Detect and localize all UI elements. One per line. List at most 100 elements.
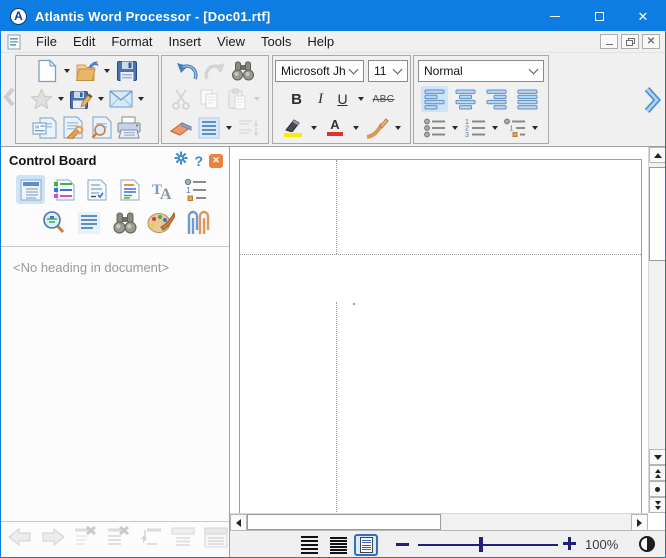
align-center-button[interactable] — [452, 86, 479, 112]
document-options-button[interactable] — [60, 115, 86, 141]
paste-button[interactable] — [224, 86, 250, 112]
zoom-pane-button[interactable] — [38, 208, 67, 237]
underline-dropdown-icon[interactable] — [358, 97, 364, 101]
horizontal-scroll-thumb[interactable] — [247, 514, 441, 530]
zoom-out-button[interactable] — [396, 543, 409, 546]
font-color-button[interactable]: A — [322, 115, 348, 141]
menu-file[interactable]: File — [28, 31, 65, 52]
sort-paragraphs-button[interactable] — [236, 115, 262, 141]
horizontal-scrollbar[interactable] — [230, 513, 648, 530]
minimize-button[interactable] — [533, 1, 577, 31]
highlight-dropdown-icon[interactable] — [311, 126, 317, 130]
undo-button[interactable] — [174, 58, 200, 84]
font-size-combo[interactable]: 11 — [368, 60, 408, 82]
document-viewport[interactable] — [230, 147, 665, 513]
menu-tools[interactable]: Tools — [253, 31, 299, 52]
full-screen-contrast-icon[interactable] — [639, 536, 655, 552]
multilevel-list-dropdown-icon[interactable] — [532, 126, 538, 130]
print-preview-button[interactable] — [88, 115, 114, 141]
child-minimize-button[interactable] — [600, 34, 618, 49]
bullet-list-dropdown-icon[interactable] — [452, 126, 458, 130]
forward-button[interactable] — [40, 527, 66, 552]
multilevel-list-button[interactable]: 1 — [502, 115, 528, 141]
italic-button[interactable]: I — [312, 86, 330, 112]
copy-button[interactable] — [196, 86, 222, 112]
child-restore-button[interactable] — [621, 34, 639, 49]
colors-pane-button[interactable] — [146, 208, 175, 237]
new-dropdown-icon[interactable] — [64, 69, 70, 73]
fonts-pane-button[interactable]: TA — [148, 175, 177, 204]
previous-page-button[interactable] — [649, 465, 665, 481]
redo-button[interactable] — [202, 58, 228, 84]
list-b-button[interactable] — [203, 526, 229, 553]
settings-gear-icon[interactable] — [174, 151, 188, 170]
numbered-list-dropdown-icon[interactable] — [492, 126, 498, 130]
justify-button[interactable] — [514, 86, 541, 112]
print-button[interactable] — [116, 115, 142, 141]
headings-pane-button[interactable] — [16, 175, 45, 204]
cut-button[interactable] — [168, 86, 194, 112]
send-mail-button[interactable] — [108, 86, 134, 112]
menu-edit[interactable]: Edit — [65, 31, 103, 52]
next-page-button[interactable] — [649, 497, 665, 513]
zoom-slider-track[interactable] — [418, 544, 558, 546]
menu-format[interactable]: Format — [103, 31, 160, 52]
find-binoculars-button[interactable] — [230, 58, 256, 84]
fields-pane-button[interactable] — [115, 175, 144, 204]
search-pane-button[interactable] — [110, 208, 139, 237]
favorites-button[interactable] — [28, 86, 54, 112]
proof-pane-button[interactable] — [82, 175, 111, 204]
zoom-slider-handle[interactable] — [479, 537, 483, 552]
underline-button[interactable]: U — [335, 86, 351, 112]
numbered-list-button[interactable]: 123 — [462, 115, 488, 141]
browse-object-button[interactable] — [649, 481, 665, 497]
zoom-in-button[interactable] — [563, 537, 576, 550]
web-view-button[interactable] — [326, 534, 350, 556]
open-dropdown-icon[interactable] — [104, 69, 110, 73]
clips-pane-button[interactable] — [182, 208, 211, 237]
scroll-toolbars-right-icon[interactable] — [643, 86, 661, 119]
select-block-button[interactable] — [196, 115, 222, 141]
panel-close-icon[interactable]: ✕ — [209, 154, 223, 168]
new-document-button[interactable] — [34, 58, 60, 84]
document-system-icon[interactable] — [7, 34, 21, 50]
scroll-left-button[interactable] — [230, 514, 247, 531]
menu-view[interactable]: View — [209, 31, 253, 52]
menu-help[interactable]: Help — [299, 31, 342, 52]
font-name-combo[interactable]: Microsoft Jh — [275, 60, 364, 82]
styles-pane-button[interactable] — [49, 175, 78, 204]
favorites-dropdown-icon[interactable] — [58, 97, 64, 101]
demote-heading-button[interactable] — [139, 526, 163, 553]
close-button[interactable]: ✕ — [621, 1, 665, 31]
bullet-list-button[interactable] — [422, 115, 448, 141]
eraser-button[interactable] — [168, 115, 194, 141]
paste-dropdown-icon[interactable] — [254, 97, 260, 101]
send-mail-dropdown-icon[interactable] — [138, 97, 144, 101]
print-layout-button[interactable] — [354, 534, 378, 556]
maximize-button[interactable] — [577, 1, 621, 31]
highlight-button[interactable] — [280, 115, 306, 141]
font-color-dropdown-icon[interactable] — [353, 126, 359, 130]
save-as-dropdown-icon[interactable] — [98, 97, 104, 101]
document-properties-button[interactable] — [32, 115, 58, 141]
align-left-button[interactable] — [421, 86, 448, 112]
draft-view-button[interactable] — [297, 534, 321, 556]
strikethrough-button[interactable]: ABC — [371, 86, 397, 112]
vertical-scrollbar[interactable] — [648, 147, 665, 513]
list-a-button[interactable] — [170, 526, 196, 553]
scroll-right-button[interactable] — [631, 514, 648, 531]
save-button[interactable] — [114, 58, 140, 84]
paragraph-pane-button[interactable] — [74, 208, 103, 237]
vertical-scroll-thumb[interactable] — [649, 167, 665, 261]
save-as-button[interactable] — [68, 86, 94, 112]
remove-all-headings-button[interactable] — [106, 526, 132, 553]
bold-button[interactable]: B — [287, 86, 307, 112]
format-painter-button[interactable] — [364, 115, 390, 141]
align-right-button[interactable] — [483, 86, 510, 112]
style-combo[interactable]: Normal — [418, 60, 544, 82]
document-page[interactable] — [239, 159, 642, 513]
scroll-down-button[interactable] — [649, 449, 665, 465]
back-button[interactable] — [7, 527, 33, 552]
format-painter-dropdown-icon[interactable] — [395, 126, 401, 130]
open-document-button[interactable] — [74, 58, 100, 84]
